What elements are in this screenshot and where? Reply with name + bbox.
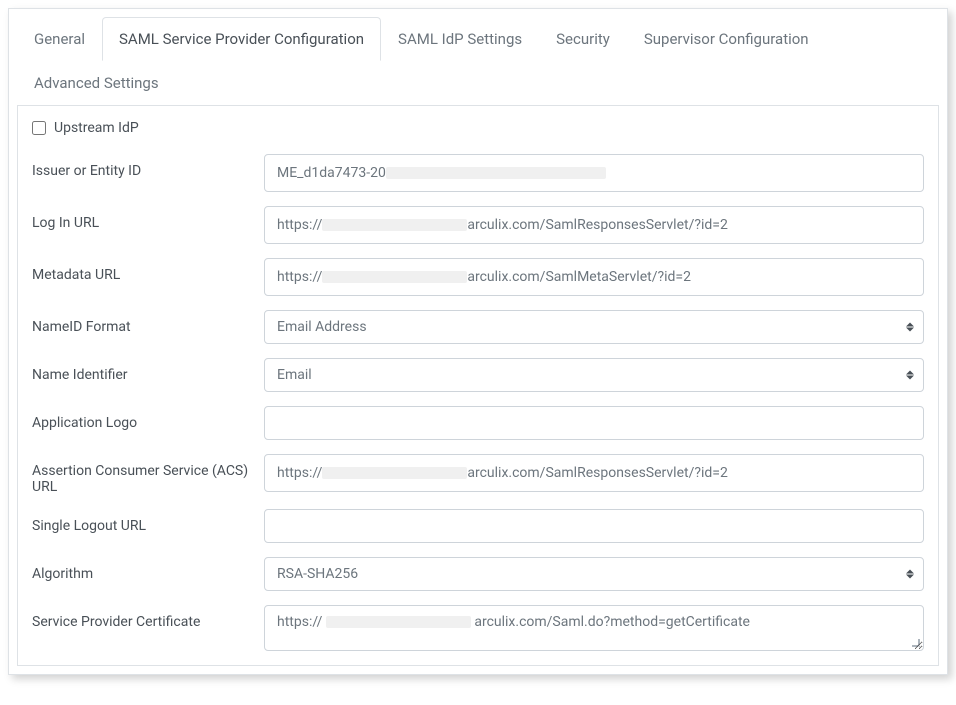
metadata-url-label: Metadata URL [32, 258, 264, 283]
login-url-prefix: https:// [277, 217, 322, 233]
issuer-row: Issuer or Entity ID ME_d1da7473-20 [32, 154, 924, 192]
tab-advanced-settings[interactable]: Advanced Settings [17, 61, 176, 105]
nameid-format-label: NameID Format [32, 310, 264, 335]
name-identifier-select[interactable]: Email [264, 358, 924, 392]
upstream-idp-label: Upstream IdP [54, 120, 139, 136]
resize-handle-icon [911, 638, 921, 648]
login-url-suffix: arculix.com/SamlResponsesServlet/?id=2 [467, 217, 727, 233]
metadata-url-prefix: https:// [277, 269, 322, 285]
sp-cert-row: Service Provider Certificate https:// ar… [32, 605, 924, 651]
login-url-input[interactable]: https:// arculix.com/SamlResponsesServle… [264, 206, 924, 244]
metadata-url-suffix: arculix.com/SamlMetaServlet/?id=2 [467, 269, 691, 285]
acs-url-input[interactable]: https:// arculix.com/SamlResponsesServle… [264, 454, 924, 492]
nameid-format-row: NameID Format Email Address [32, 310, 924, 344]
app-logo-input[interactable] [264, 406, 924, 440]
login-url-row: Log In URL https:// arculix.com/SamlResp… [32, 206, 924, 244]
upstream-idp-row: Upstream IdP [32, 120, 924, 136]
redacted-block [322, 467, 467, 479]
algorithm-select[interactable]: RSA-SHA256 [264, 557, 924, 591]
nameid-format-select[interactable]: Email Address [264, 310, 924, 344]
sp-cert-suffix: arculix.com/Saml.do?method=getCertificat… [474, 614, 750, 630]
tab-saml-idp-settings[interactable]: SAML IdP Settings [381, 17, 539, 61]
metadata-url-input[interactable]: https:// arculix.com/SamlMetaServlet/?id… [264, 258, 924, 296]
algorithm-label: Algorithm [32, 557, 264, 582]
tab-content: Upstream IdP Issuer or Entity ID ME_d1da… [17, 105, 939, 666]
tab-security[interactable]: Security [539, 17, 627, 61]
sp-cert-textarea[interactable]: https:// arculix.com/Saml.do?method=getC… [264, 605, 924, 651]
tab-supervisor-config[interactable]: Supervisor Configuration [627, 17, 826, 61]
redacted-block [386, 167, 606, 179]
name-identifier-label: Name Identifier [32, 358, 264, 383]
redacted-block [322, 219, 467, 231]
login-url-label: Log In URL [32, 206, 264, 231]
acs-url-label: Assertion Consumer Service (ACS) URL [32, 454, 264, 495]
slo-url-row: Single Logout URL [32, 509, 924, 543]
slo-url-label: Single Logout URL [32, 509, 264, 534]
sp-cert-label: Service Provider Certificate [32, 605, 264, 630]
tab-general[interactable]: General [17, 17, 102, 61]
metadata-url-row: Metadata URL https:// arculix.com/SamlMe… [32, 258, 924, 296]
slo-url-input[interactable] [264, 509, 924, 543]
name-identifier-row: Name Identifier Email [32, 358, 924, 392]
acs-url-suffix: arculix.com/SamlResponsesServlet/?id=2 [467, 465, 727, 481]
tabs-bar: General SAML Service Provider Configurat… [9, 9, 947, 105]
upstream-idp-checkbox[interactable] [32, 121, 46, 135]
tab-saml-sp-config[interactable]: SAML Service Provider Configuration [102, 17, 381, 61]
redacted-block [322, 271, 467, 283]
issuer-input[interactable]: ME_d1da7473-20 [264, 154, 924, 192]
config-panel: General SAML Service Provider Configurat… [8, 8, 948, 675]
issuer-value-prefix: ME_d1da7473-20 [277, 165, 386, 181]
app-logo-row: Application Logo [32, 406, 924, 440]
sp-cert-prefix: https:// [277, 614, 322, 630]
app-logo-label: Application Logo [32, 406, 264, 431]
acs-url-prefix: https:// [277, 465, 322, 481]
redacted-block [326, 616, 471, 628]
acs-url-row: Assertion Consumer Service (ACS) URL htt… [32, 454, 924, 495]
algorithm-row: Algorithm RSA-SHA256 [32, 557, 924, 591]
issuer-label: Issuer or Entity ID [32, 154, 264, 179]
